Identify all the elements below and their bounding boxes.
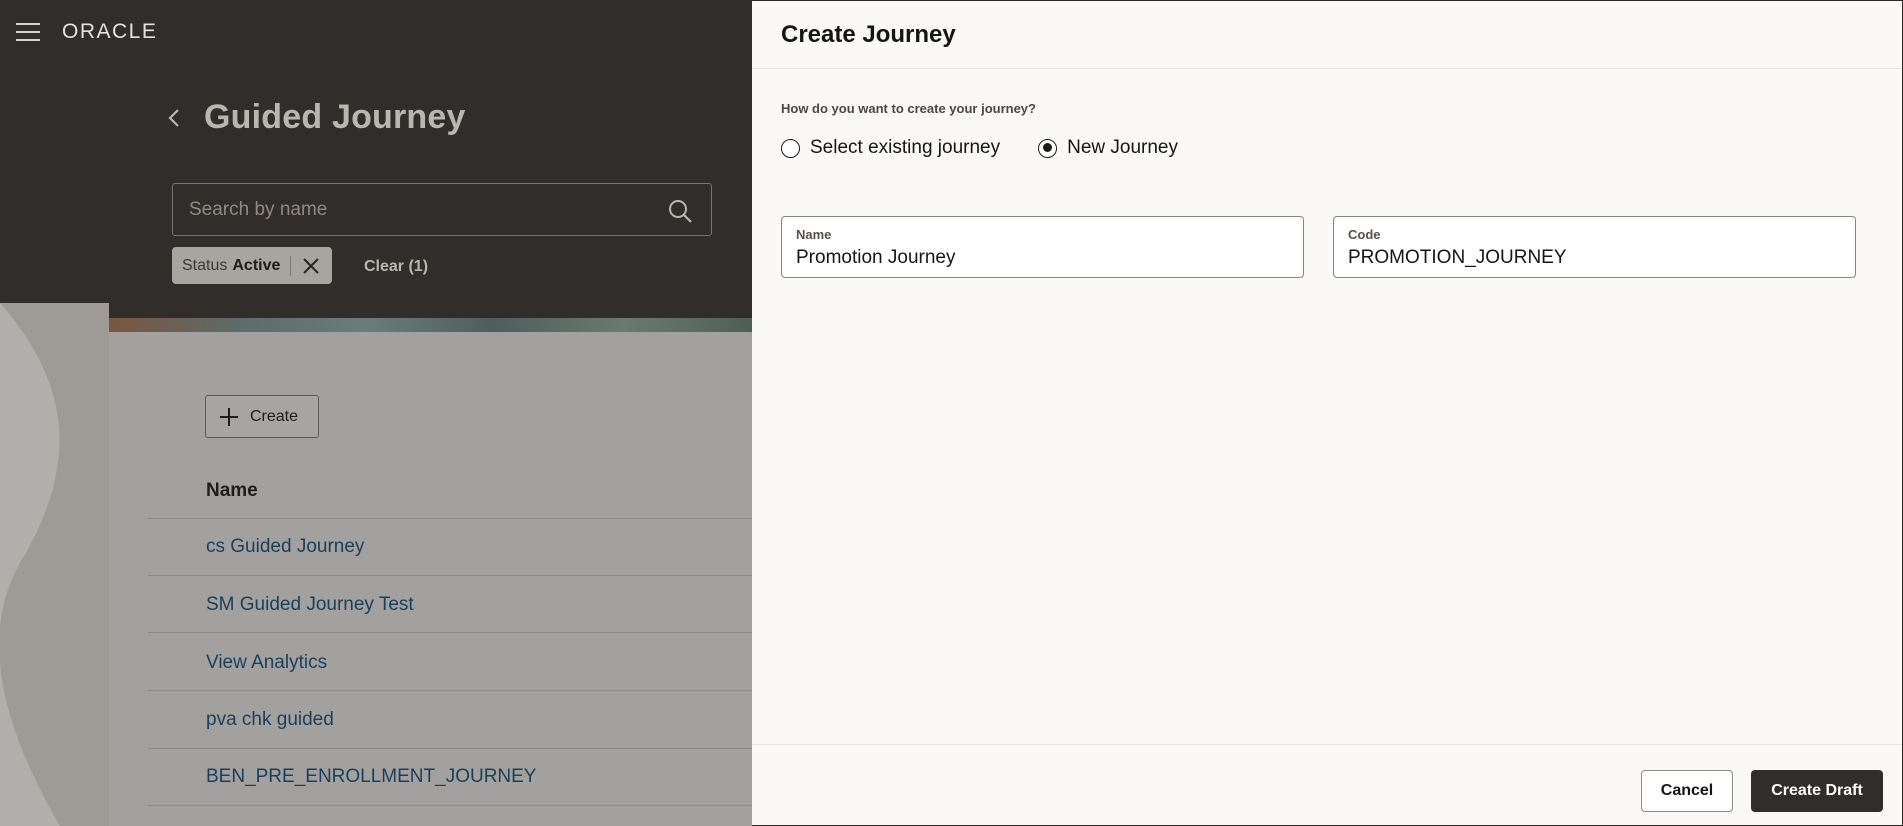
radio-label: New Journey (1067, 137, 1178, 158)
create-button-label: Create (250, 407, 299, 425)
radio-select-existing-journey[interactable]: Select existing journey (781, 137, 1000, 159)
status-filter-chip[interactable]: Status Active (172, 247, 332, 284)
oracle-logo: ORACLE (62, 20, 158, 43)
row-divider (148, 748, 752, 749)
search-box (172, 183, 712, 236)
search-input[interactable] (187, 184, 647, 235)
row-divider (148, 575, 752, 576)
creation-method-radio-group: Select existing journey New Journey (781, 137, 1216, 159)
radio-new-journey[interactable]: New Journey (1038, 137, 1178, 159)
name-field[interactable]: Name Promotion Journey (781, 216, 1304, 278)
column-header-name[interactable]: Name (206, 480, 258, 502)
drawer-footer-divider (752, 744, 1902, 745)
code-field[interactable]: Code PROMOTION_JOURNEY (1333, 216, 1856, 278)
name-field-value[interactable]: Promotion Journey (796, 247, 955, 269)
chip-label: Status (182, 256, 228, 274)
chip-value: Active (232, 256, 281, 274)
plus-icon (220, 407, 238, 426)
cancel-button[interactable]: Cancel (1641, 770, 1733, 812)
journey-link[interactable]: cs Guided Journey (206, 536, 364, 558)
journey-link[interactable]: BEN_PRE_ENROLLMENT_JOURNEY (206, 766, 536, 788)
create-draft-button[interactable]: Create Draft (1751, 770, 1883, 812)
page-title: Guided Journey (204, 98, 466, 136)
radio-button-unselected[interactable] (781, 138, 800, 158)
close-icon[interactable] (301, 256, 321, 276)
chevron-left-icon[interactable] (163, 104, 185, 132)
name-field-label: Name (796, 227, 832, 242)
page-header: ORACLE Guided Journey Status Active Clea… (0, 0, 752, 318)
row-divider (148, 632, 752, 633)
journey-link[interactable]: View Analytics (206, 652, 327, 674)
decorative-background (0, 303, 109, 826)
row-divider (148, 690, 752, 691)
create-journey-drawer: Create Journey How do you want to create… (752, 0, 1903, 826)
decorative-banner (109, 318, 752, 332)
code-field-label: Code (1348, 227, 1381, 242)
create-button[interactable]: Create (205, 395, 319, 438)
row-divider (148, 518, 752, 519)
code-field-value[interactable]: PROMOTION_JOURNEY (1348, 247, 1567, 269)
creation-method-question: How do you want to create your journey? (781, 101, 1036, 116)
search-icon[interactable] (667, 198, 693, 224)
decorative-wave (0, 303, 60, 826)
radio-label: Select existing journey (810, 137, 1001, 158)
row-divider (148, 805, 752, 806)
clear-filters-link[interactable]: Clear (1) (364, 258, 428, 276)
hamburger-menu-icon[interactable] (16, 23, 40, 41)
drawer-title: Create Journey (781, 21, 956, 48)
background-page: ORACLE Guided Journey Status Active Clea… (0, 0, 752, 826)
chip-separator (290, 255, 292, 276)
drawer-header-divider (752, 68, 1902, 69)
journey-link[interactable]: SM Guided Journey Test (206, 594, 414, 616)
radio-button-selected[interactable] (1038, 138, 1058, 158)
journey-link[interactable]: pva chk guided (206, 709, 334, 731)
